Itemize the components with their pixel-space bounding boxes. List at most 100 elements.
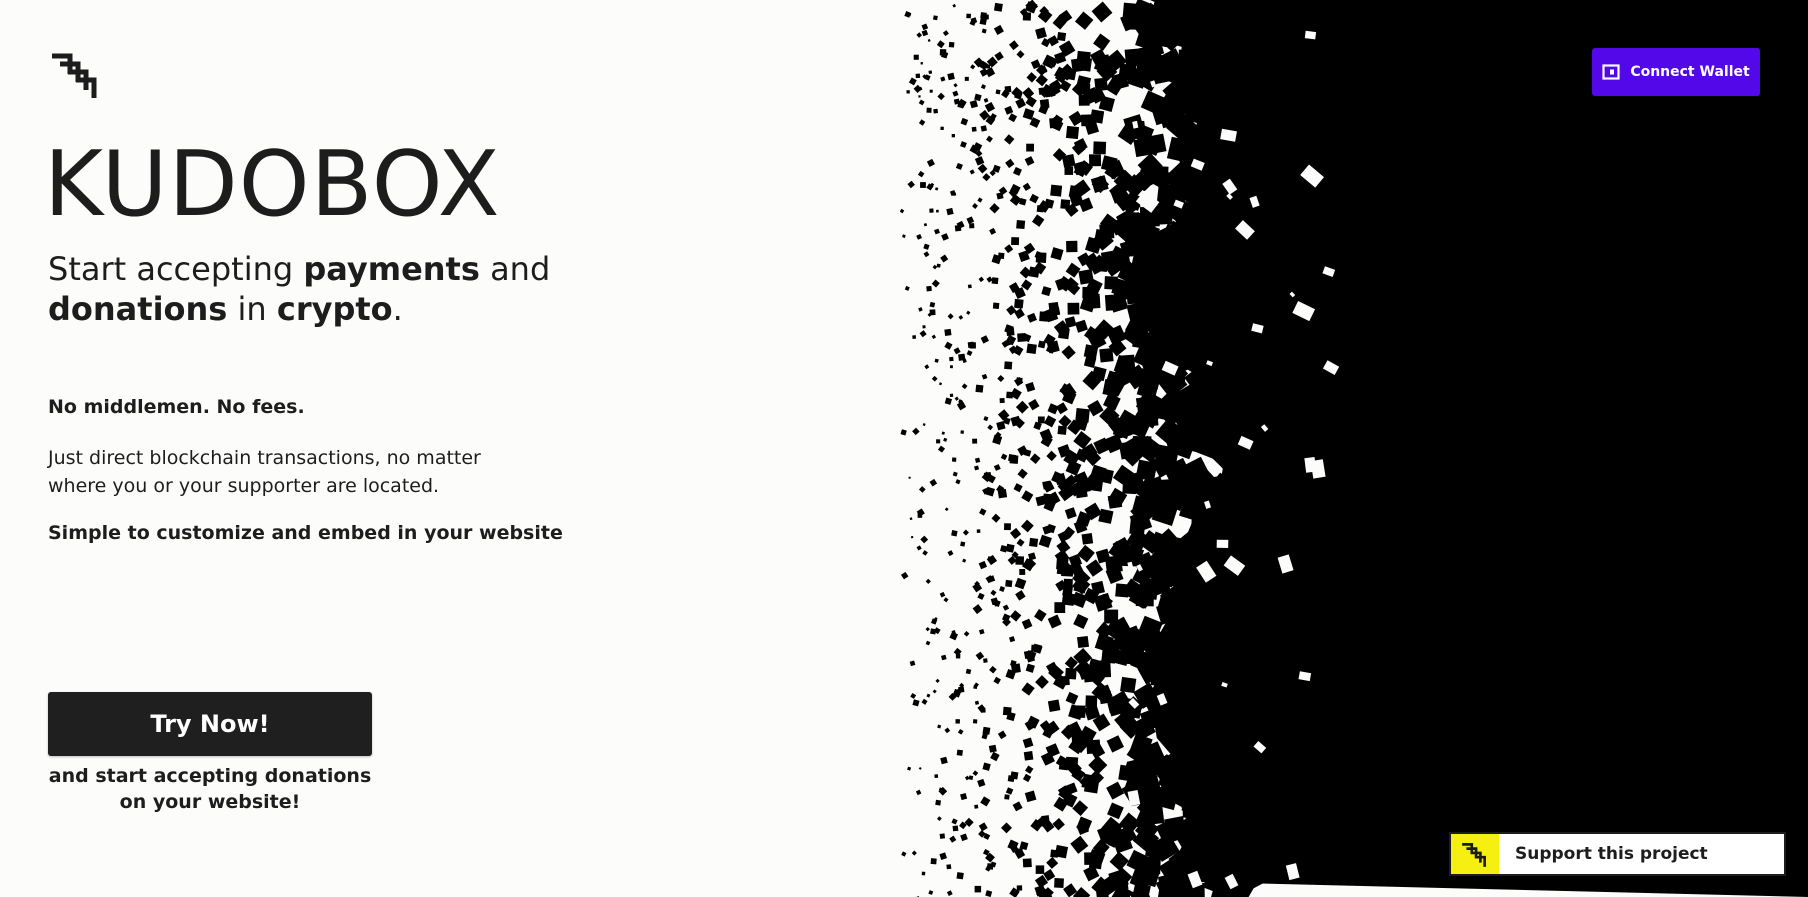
support-project-label: Support this project (1515, 844, 1708, 864)
connect-wallet-button[interactable]: Connect Wallet (1592, 48, 1760, 96)
particle-square (979, 68, 989, 77)
particle-square (1083, 778, 1100, 794)
particle-square (1021, 490, 1034, 503)
particle-square (1005, 579, 1013, 588)
particle-square (990, 589, 997, 596)
particle-square (1003, 134, 1015, 145)
particle-square (1009, 610, 1022, 622)
particle-square (1147, 24, 1171, 48)
particle-square (1017, 468, 1028, 479)
particle-square (1176, 426, 1203, 453)
particle-square (972, 203, 978, 209)
particle-square (965, 668, 972, 675)
wallet-icon (1602, 64, 1620, 80)
particle-square (931, 375, 938, 382)
particle-square (1028, 266, 1040, 278)
particle-square (978, 276, 985, 283)
particle-square (912, 335, 917, 339)
particle-square (913, 54, 919, 60)
particle-square (993, 24, 1004, 35)
particle-square (916, 233, 923, 240)
particle-square (1114, 250, 1131, 267)
particle-square (952, 825, 959, 832)
particle-square (953, 647, 962, 656)
particle-square (951, 457, 957, 462)
particle-square (1004, 361, 1013, 370)
particle-square (1025, 663, 1035, 673)
particle-square (916, 32, 923, 38)
particle-square (932, 264, 938, 270)
particle-square (958, 315, 964, 320)
particle-square (1129, 314, 1151, 337)
particle-square (1021, 682, 1035, 696)
particle-square (960, 117, 969, 126)
particle-square (1166, 83, 1190, 107)
particle-square (940, 254, 949, 263)
particle-square (1074, 11, 1094, 30)
particle-square (975, 651, 985, 661)
particle-square (980, 84, 987, 90)
particle-square (1006, 391, 1014, 399)
particle-square (916, 545, 922, 551)
particle-square (925, 640, 931, 646)
particle-square (980, 335, 989, 344)
particle-square (966, 216, 975, 225)
support-project-widget[interactable]: Support this project (1449, 832, 1786, 876)
particle-square (960, 833, 968, 842)
particle-shard (1216, 539, 1229, 548)
particle-square (1067, 302, 1080, 315)
particle-square (1038, 534, 1052, 548)
particle-square (929, 208, 934, 213)
particle-square (1064, 166, 1074, 175)
particle-square (922, 550, 928, 556)
particle-square (917, 513, 923, 518)
particle-square (1005, 543, 1015, 553)
try-now-button[interactable]: Try Now! (48, 692, 372, 756)
particle-square (977, 163, 988, 174)
particle-square (961, 383, 968, 390)
particle-square (915, 789, 922, 796)
cta-subtext: and start accepting donations on your we… (48, 765, 372, 813)
particle-square (944, 341, 953, 350)
particle-square (1029, 537, 1039, 547)
particle-square (937, 816, 942, 821)
particle-square (942, 30, 949, 37)
particle-square (1088, 154, 1102, 167)
particle-square (901, 851, 907, 857)
particle-square (1011, 237, 1020, 246)
particle-square (974, 465, 980, 471)
particle-square (1041, 286, 1052, 297)
particle-square (927, 38, 931, 42)
particle-square (935, 678, 940, 684)
particle-square (936, 40, 945, 49)
particle-square (910, 535, 914, 539)
particle-square (937, 724, 942, 729)
particle-square (1028, 398, 1040, 411)
particle-square (969, 223, 975, 229)
particle-square (1035, 865, 1045, 874)
particle-square (1022, 182, 1031, 192)
particle-square (964, 76, 969, 81)
particle-square (1056, 557, 1069, 570)
particle-square (986, 135, 993, 143)
particle-square (923, 243, 930, 250)
particle-square (1065, 262, 1081, 278)
particle-square (1180, 781, 1205, 806)
particle-square (1008, 113, 1018, 123)
particle-square (1013, 483, 1023, 493)
particle-square (1054, 878, 1064, 888)
hero-section: KUDOBOX Start accepting payments and don… (0, 0, 900, 897)
particle-square (985, 890, 993, 897)
particle-square (920, 535, 929, 544)
particle-square (941, 233, 949, 241)
particle-square (943, 437, 948, 442)
particle-square (978, 822, 988, 832)
particle-square (1036, 205, 1045, 213)
particle-square (934, 358, 939, 363)
particle-square (1112, 282, 1132, 302)
particle-square (937, 92, 945, 101)
particle-square (944, 507, 949, 512)
particle-square (936, 263, 941, 268)
particle-square (1022, 858, 1032, 868)
particle-square (1015, 400, 1029, 414)
